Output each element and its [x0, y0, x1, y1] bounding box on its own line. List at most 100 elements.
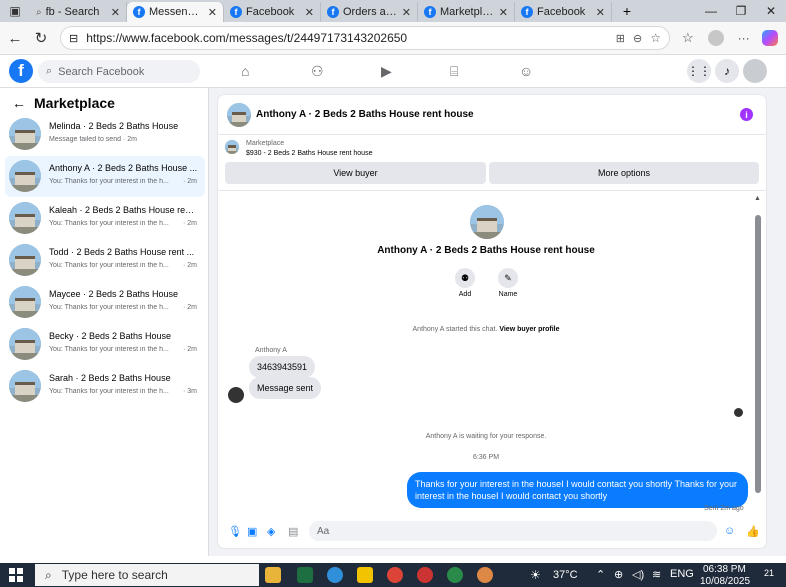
scrollbar-thumb[interactable] — [755, 215, 761, 493]
browser-tab-4[interactable]: f Orders and ✕ — [321, 2, 418, 22]
info-icon[interactable]: i — [740, 108, 753, 121]
windows-start-icon[interactable] — [9, 568, 23, 582]
incoming-message[interactable]: 3463943591 — [249, 356, 316, 378]
wifi-icon[interactable]: ≋ — [652, 568, 661, 581]
clock-date[interactable]: 10/08/2025 — [700, 576, 750, 587]
listing-avatar — [9, 286, 41, 318]
conversation-item[interactable]: Todd · 2 Beds 2 Baths House rent ... You… — [5, 240, 205, 281]
chevron-up-icon[interactable]: ⌃ — [596, 568, 605, 581]
close-icon[interactable]: ✕ — [596, 6, 605, 19]
conversation-item[interactable]: Kaleah · 2 Beds 2 Baths House rent... Yo… — [5, 198, 205, 239]
conversation-item[interactable]: Becky · 2 Beds 2 Baths House You: Thanks… — [5, 324, 205, 365]
excel-icon[interactable] — [297, 567, 313, 583]
message-input[interactable]: Aa — [309, 521, 717, 541]
conversation-item-active[interactable]: Anthony A · 2 Beds 2 Baths House ... You… — [5, 156, 205, 197]
chat-header: Anthony A · 2 Beds 2 Baths House rent ho… — [218, 95, 766, 135]
close-icon[interactable]: ✕ — [305, 6, 314, 19]
conversation-name: Becky · 2 Beds 2 Baths House — [49, 331, 172, 341]
conversation-time: · 2m — [183, 220, 197, 227]
groups-icon[interactable]: ☺ — [519, 63, 533, 79]
browser-tab-2[interactable]: f Messenger | ✕ — [127, 2, 224, 22]
edit-name-button[interactable]: ✎ — [498, 268, 518, 288]
gif-icon[interactable]: ▤ — [288, 525, 298, 538]
browser-tab-5[interactable]: f Marketplace ✕ — [418, 2, 515, 22]
more-icon[interactable]: ··· — [738, 31, 750, 45]
back-button[interactable]: ← — [2, 30, 28, 47]
add-contact-button[interactable]: ⚉ — [455, 268, 475, 288]
home-icon[interactable]: ⌂ — [241, 63, 249, 79]
chat-avatar[interactable] — [227, 103, 251, 127]
like-icon[interactable]: 👍 — [746, 525, 760, 538]
more-options-button[interactable]: More options — [489, 162, 759, 184]
friends-icon[interactable]: ⚇ — [311, 63, 324, 80]
profile-avatar[interactable] — [707, 30, 724, 46]
chrome-profile-icon[interactable] — [477, 567, 493, 583]
conversation-preview: You: Thanks for your interest in the h..… — [49, 262, 169, 269]
listing-title[interactable]: $930 - 2 Beds 2 Baths House rent house — [246, 150, 372, 157]
favorites-icon[interactable]: ☆ — [682, 30, 694, 46]
close-icon[interactable]: ✕ — [208, 6, 217, 19]
chat-scrollbar[interactable]: ▲ — [754, 195, 762, 505]
maximize-button[interactable]: ❐ — [726, 4, 756, 18]
video-icon[interactable]: ▶ — [381, 63, 392, 80]
volume-icon[interactable]: ◁) — [632, 568, 644, 581]
close-window-button[interactable]: ✕ — [756, 4, 786, 18]
marketplace-icon[interactable]: ⌸ — [450, 63, 458, 80]
browser-tab-1[interactable]: ⌕ fb - Search ✕ — [30, 2, 127, 22]
conversation-preview: You: Thanks for your interest in the h..… — [49, 388, 169, 395]
copilot-icon[interactable] — [761, 30, 778, 46]
view-buyer-button[interactable]: View buyer — [225, 162, 486, 184]
microphone-icon[interactable]: 🎙 — [228, 525, 242, 538]
minimize-button[interactable]: — — [696, 4, 726, 18]
edge-icon[interactable] — [327, 567, 343, 583]
back-arrow-icon[interactable]: ← — [12, 95, 26, 111]
notification-badge[interactable]: 21 — [760, 568, 778, 582]
chrome-icon[interactable] — [387, 567, 403, 583]
photo-icon[interactable]: ▣ — [247, 525, 257, 538]
sender-avatar[interactable] — [228, 387, 244, 403]
zoom-icon[interactable]: ⊖ — [633, 32, 642, 45]
conversation-time: · 3m — [183, 388, 197, 395]
conversation-item[interactable]: Maycee · 2 Beds 2 Baths House You: Thank… — [5, 282, 205, 323]
site-info-icon[interactable]: ⊟ — [69, 32, 78, 45]
view-buyer-profile-link[interactable]: View buyer profile — [499, 326, 559, 333]
facebook-icon: f — [327, 6, 339, 18]
chrome-profile-icon[interactable] — [447, 567, 463, 583]
account-avatar[interactable] — [743, 59, 767, 83]
language-indicator[interactable]: ENG — [670, 568, 694, 580]
browser-tab-6[interactable]: f Facebook ✕ — [515, 2, 612, 22]
refresh-button[interactable]: ↻ — [28, 29, 54, 47]
conversation-item[interactable]: Melinda · 2 Beds 2 Baths House Message f… — [5, 114, 205, 155]
conversation-item[interactable]: Sarah · 2 Beds 2 Baths House You: Thanks… — [5, 366, 205, 407]
taskbar-search[interactable]: ⌕ Type here to search — [35, 564, 259, 586]
tab-actions-icon[interactable]: ▣ — [0, 4, 30, 18]
clock-time[interactable]: 06:38 PM — [703, 564, 746, 575]
close-icon[interactable]: ✕ — [402, 6, 411, 19]
incoming-message[interactable]: Message sent — [249, 377, 322, 399]
facebook-logo[interactable]: f — [9, 59, 33, 83]
sticker-icon[interactable]: ◈ — [267, 525, 275, 538]
facebook-search-field[interactable]: ⌕ Search Facebook — [38, 60, 200, 83]
file-explorer-icon[interactable] — [265, 567, 281, 583]
outgoing-message[interactable]: Thanks for your interest in the houseI I… — [407, 472, 748, 508]
emoji-icon[interactable]: ☺ — [724, 525, 735, 537]
menu-grid-icon[interactable]: ⋮⋮ — [687, 59, 711, 83]
chrome-profile-icon[interactable] — [417, 567, 433, 583]
favorite-icon[interactable]: ☆ — [650, 31, 661, 45]
sticky-notes-icon[interactable] — [357, 567, 373, 583]
weather-icon[interactable]: ☀ — [530, 568, 541, 582]
chat-title[interactable]: Anthony A · 2 Beds 2 Baths House rent ho… — [256, 109, 474, 120]
url-field[interactable]: ⊟ https://www.facebook.com/messages/t/24… — [60, 26, 670, 50]
notifications-icon[interactable]: ♪ — [715, 59, 739, 83]
weather-temp[interactable]: 37°C — [553, 569, 578, 581]
close-icon[interactable]: ✕ — [499, 6, 508, 19]
conversation-name: Anthony A · 2 Beds 2 Baths House ... — [49, 163, 198, 173]
chat-panel: Anthony A · 2 Beds 2 Baths House rent ho… — [218, 95, 766, 548]
app-available-icon[interactable]: ⊞ — [616, 32, 625, 45]
scroll-up-icon[interactable]: ▲ — [754, 195, 761, 202]
browser-tab-3[interactable]: f Facebook ✕ — [224, 2, 321, 22]
new-tab-button[interactable]: + — [612, 3, 642, 19]
close-icon[interactable]: ✕ — [111, 6, 120, 19]
usb-icon[interactable]: ⊕ — [614, 568, 623, 581]
listing-banner: Marketplace $930 - 2 Beds 2 Baths House … — [218, 135, 766, 191]
